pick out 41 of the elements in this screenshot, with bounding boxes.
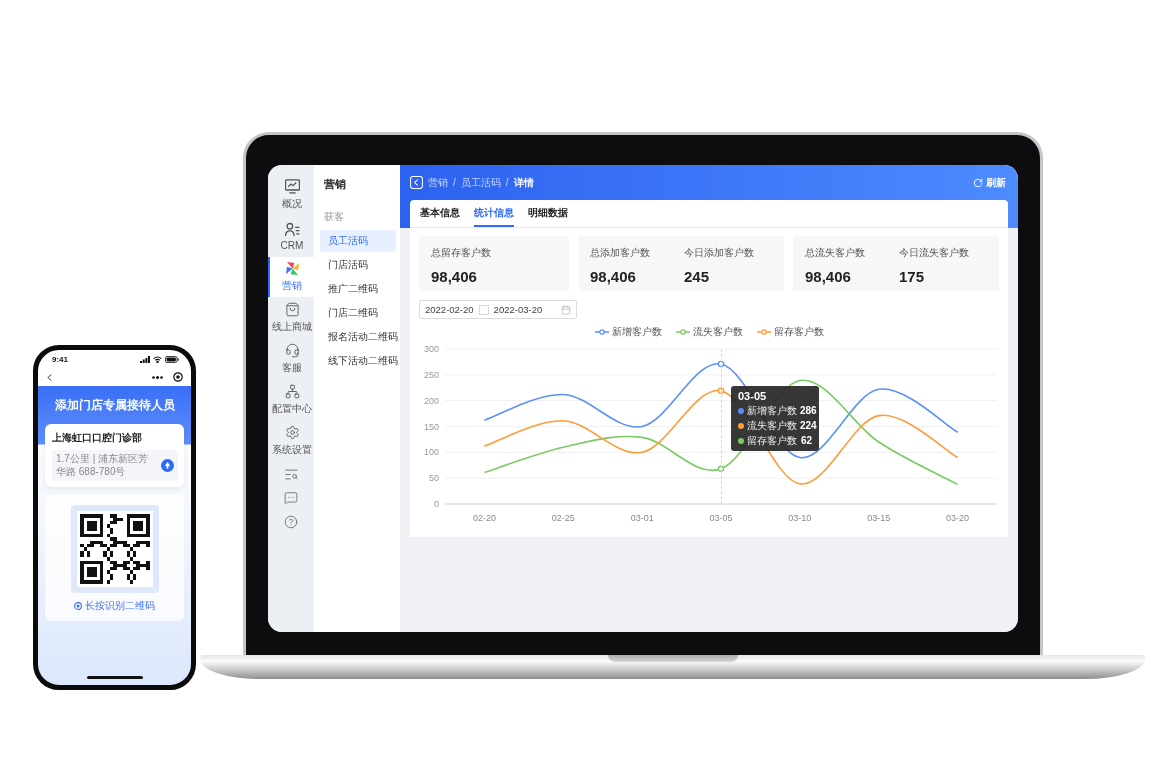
stat-label: 总添加客户数 [590,246,651,260]
axis-label: 02-25 [551,513,575,523]
stat-value: 245 [684,268,711,285]
breadcrumb-separator: / [505,177,509,188]
axis-label: 150 [423,421,439,432]
scan-hint: 长按识别二维码 [85,599,155,613]
tooltip-label: 留存客户数 [747,435,798,447]
axis-label: 100 [423,447,439,458]
axis-label: 200 [423,395,439,406]
store-name: 上海虹口口腔门诊部 [52,431,143,445]
tooltip-title: 03-05 [738,390,768,402]
stat-label: 今日添加客户数 [684,246,755,260]
axis-label: 300 [423,344,439,354]
axis-label: 03-10 [788,513,812,523]
tooltip-value: 224 [800,420,817,432]
axis-label: 250 [423,369,439,380]
stat-label: 总流失客户数 [805,246,866,260]
stat-value: 175 [899,268,926,285]
tooltip-value: 62 [800,435,812,447]
stat-value: 98,406 [431,268,478,285]
breadcrumb-separator: / [453,177,456,188]
stat-value: 98,406 [805,268,852,285]
tooltip-value: 286 [800,405,817,417]
tooltip-label: 流失客户数 [747,420,797,432]
axis-label: 02-20 [472,513,496,523]
page-title: 添加门店专属接待人员 [53,397,176,414]
stat-label: 今日流失客户数 [899,246,970,260]
status-time: 9:41 [52,354,68,364]
axis-label: 03-15 [867,513,891,523]
stat-value: 98,406 [590,268,637,285]
menu-group-label: 获客 [323,210,345,224]
axis-label: 50 [429,473,439,484]
axis-label: 03-05 [709,513,733,523]
breadcrumb-current: 详情 [513,175,534,190]
axis-label: 03-20 [946,513,970,523]
store-address: 1.7公里 | 浦东新区芳华路 688-780号 [56,453,150,478]
axis-label: 0 [434,499,439,509]
axis-label: 03-01 [630,513,654,523]
tooltip-label: 新增客户数 [747,405,797,417]
stat-label: 总留存客户数 [431,246,492,260]
menu-title: 营销 [323,177,347,192]
